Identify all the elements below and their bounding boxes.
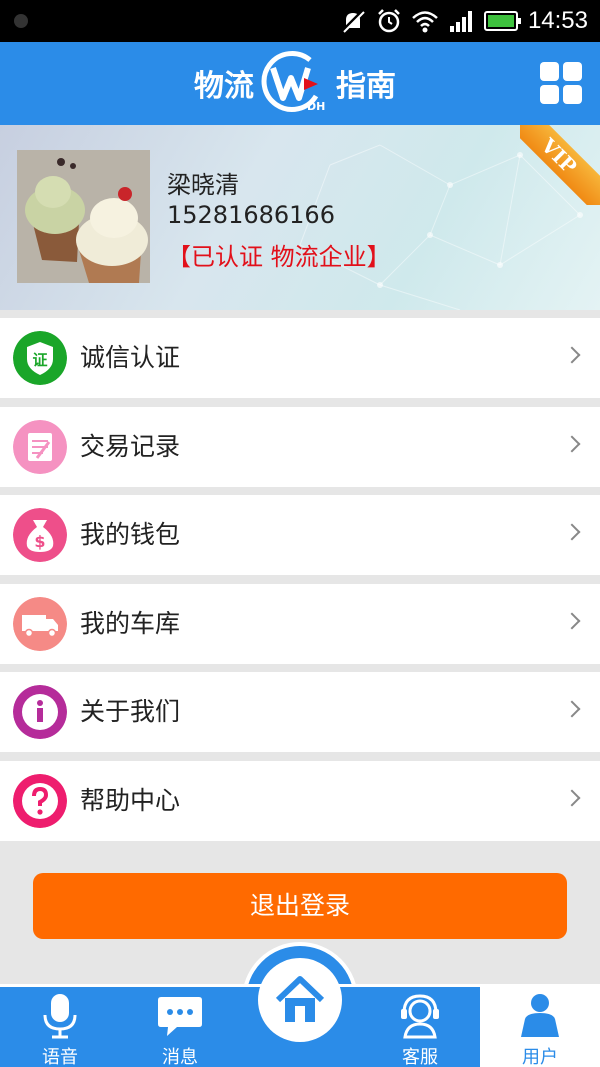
avatar[interactable] <box>17 150 150 283</box>
app-logo: 物流 DH 指南 <box>194 50 396 116</box>
menu-item-help-center[interactable]: 帮助中心 <box>0 760 600 841</box>
nav-item-user[interactable]: 用户 <box>480 987 600 1067</box>
status-time: 14:53 <box>527 7 588 34</box>
logo-mark-text: DH <box>307 100 325 113</box>
menu-item-my-garage[interactable]: 我的车库 <box>0 583 600 664</box>
info-icon <box>13 685 67 739</box>
status-bar: 14:53 <box>0 0 600 42</box>
menu-item-my-wallet[interactable]: $ 我的钱包 <box>0 495 600 575</box>
settings-menu: 证 诚信认证 交易记录 $ 我的钱包 我的车库 关于我们 帮助中心 <box>0 318 600 849</box>
logo-mark-icon: DH <box>261 51 325 113</box>
chevron-right-icon <box>563 700 581 718</box>
nav-item-messages[interactable]: 消息 <box>120 987 240 1067</box>
document-edit-icon <box>13 419 67 474</box>
svg-text:证: 证 <box>32 351 47 369</box>
svg-text:$: $ <box>34 532 45 551</box>
chevron-right-icon <box>563 523 581 541</box>
menu-item-label: 我的车库 <box>80 608 181 638</box>
vip-badge-label: VIP <box>520 125 600 205</box>
mute-icon <box>341 9 365 33</box>
battery-icon <box>483 11 521 31</box>
menu-item-label: 交易记录 <box>80 431 181 461</box>
nav-label: 客服 <box>402 1047 438 1067</box>
chevron-right-icon <box>563 435 581 452</box>
status-icons: 14:53 <box>340 6 588 36</box>
user-icon <box>521 994 559 1037</box>
menu-item-label: 关于我们 <box>80 697 181 726</box>
user-phone: 15281686166 <box>167 201 335 229</box>
truck-icon <box>13 596 67 651</box>
grid-menu-button[interactable] <box>540 62 582 104</box>
microphone-icon <box>43 994 77 1039</box>
nav-label: 用户 <box>522 1047 558 1067</box>
vip-badge: VIP <box>520 125 600 205</box>
money-bag-icon: $ <box>13 508 67 562</box>
menu-item-label: 我的钱包 <box>80 520 181 549</box>
certificate-icon: 证 <box>13 331 67 385</box>
menu-item-transaction-records[interactable]: 交易记录 <box>0 406 600 487</box>
menu-item-credit-certification[interactable]: 证 诚信认证 <box>0 318 600 398</box>
logo-text-right: 指南 <box>336 69 396 104</box>
menu-item-label: 诚信认证 <box>80 343 181 372</box>
home-button[interactable] <box>258 958 342 1042</box>
nav-label: 语音 <box>42 1047 78 1067</box>
notification-dot-icon <box>14 14 28 28</box>
avatar-image <box>17 150 150 283</box>
signal-icon <box>449 11 472 32</box>
profile-card[interactable]: 梁晓清 15281686166 【已认证 物流企业】 VIP <box>0 125 600 310</box>
nav-item-customer-service[interactable]: 客服 <box>360 987 480 1067</box>
app-header: 物流 DH 指南 <box>0 42 600 125</box>
wifi-icon <box>412 11 438 33</box>
nav-item-voice[interactable]: 语音 <box>0 987 120 1067</box>
chevron-right-icon <box>563 612 581 629</box>
grid-icon <box>540 62 559 81</box>
question-icon <box>13 773 67 828</box>
logout-button[interactable]: 退出登录 <box>33 873 567 939</box>
menu-item-about-us[interactable]: 关于我们 <box>0 672 600 752</box>
headset-icon <box>401 994 439 1039</box>
chevron-right-icon <box>563 346 581 364</box>
menu-item-label: 帮助中心 <box>80 785 181 815</box>
logo-text-left: 物流 <box>194 69 254 104</box>
chevron-right-icon <box>563 789 581 806</box>
nav-label: 消息 <box>162 1047 198 1067</box>
alarm-icon <box>378 9 400 33</box>
user-name: 梁晓清 <box>167 171 239 199</box>
certification-status: 【已认证 物流企业】 <box>167 243 391 271</box>
chat-bubble-icon <box>158 997 202 1036</box>
home-icon <box>275 976 325 1022</box>
